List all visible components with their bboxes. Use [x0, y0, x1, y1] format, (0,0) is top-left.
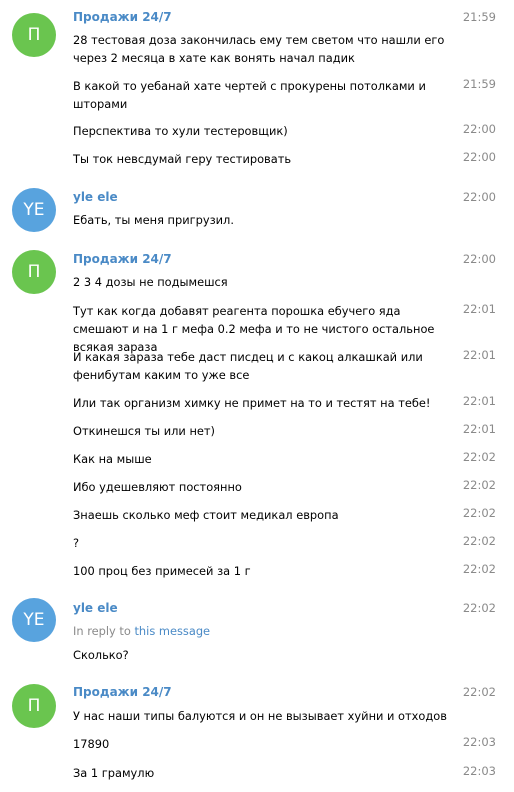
message-time: 22:02 [462, 601, 496, 615]
message-time: 22:03 [462, 735, 496, 749]
sender-name[interactable]: Продажи 24/7 [73, 10, 172, 24]
message-text: В какой то уебанай хате чертей с прокуре… [73, 79, 426, 111]
message-text: Как на мыше [73, 452, 152, 466]
message-time: 22:02 [462, 506, 496, 520]
message-time: 22:02 [462, 450, 496, 464]
avatar[interactable]: П [12, 684, 56, 728]
avatar[interactable]: П [12, 250, 56, 294]
message-text: Перспектива то хули тестеровщик) [73, 124, 288, 138]
message-time: 22:01 [462, 422, 496, 436]
message-text: Или так организм химку не примет на то и… [73, 396, 431, 410]
message-text: Ибо удешевляют постоянно [73, 480, 242, 494]
sender-name[interactable]: yle ele [73, 601, 118, 615]
message-time: 22:00 [462, 150, 496, 164]
message-time: 22:01 [462, 302, 496, 316]
message-text: И какая зараза тебе даст писдец и с како… [73, 350, 423, 382]
reply-header: In reply to this message [73, 624, 210, 638]
message-time: 21:59 [462, 10, 496, 24]
message-time: 22:01 [462, 348, 496, 362]
sender-name[interactable]: Продажи 24/7 [73, 252, 172, 266]
message-time: 22:00 [462, 190, 496, 204]
avatar[interactable]: YE [12, 188, 56, 232]
message-time: 22:02 [462, 562, 496, 576]
message-text: Откинешся ты или нет) [73, 424, 215, 438]
avatar[interactable]: П [12, 13, 56, 57]
reply-prefix: In reply to [73, 624, 131, 638]
sender-name[interactable]: Продажи 24/7 [73, 685, 172, 699]
avatar[interactable]: YE [12, 598, 56, 642]
message-text: 100 проц без примесей за 1 г [73, 564, 251, 578]
message-text: У нас наши типы балуются и он не вызывае… [73, 709, 447, 723]
message-text: Ебать, ты меня пригрузил. [73, 213, 234, 227]
message-time: 22:02 [462, 685, 496, 699]
message-time: 21:59 [462, 77, 496, 91]
message-text: Ты ток невсдумай геру тестировать [73, 152, 292, 166]
message-time: 22:00 [462, 252, 496, 266]
message-time: 22:00 [462, 122, 496, 136]
message-text: 17890 [73, 737, 110, 751]
message-time: 22:02 [462, 534, 496, 548]
message-text: За 1 грамулю [73, 766, 155, 780]
message-time: 22:03 [462, 764, 496, 778]
message-text: ? [73, 536, 80, 550]
message-text: Знаешь сколько меф стоит медикал европа [73, 508, 339, 522]
message-text: 2 3 4 дозы не подымешся [73, 275, 228, 289]
message-time: 22:02 [462, 478, 496, 492]
message-time: 22:01 [462, 394, 496, 408]
message-text: 28 тестовая доза закончилась ему тем све… [73, 33, 445, 65]
sender-name[interactable]: yle ele [73, 190, 118, 204]
reply-link[interactable]: this message [134, 624, 210, 638]
message-text: Сколько? [73, 648, 129, 662]
